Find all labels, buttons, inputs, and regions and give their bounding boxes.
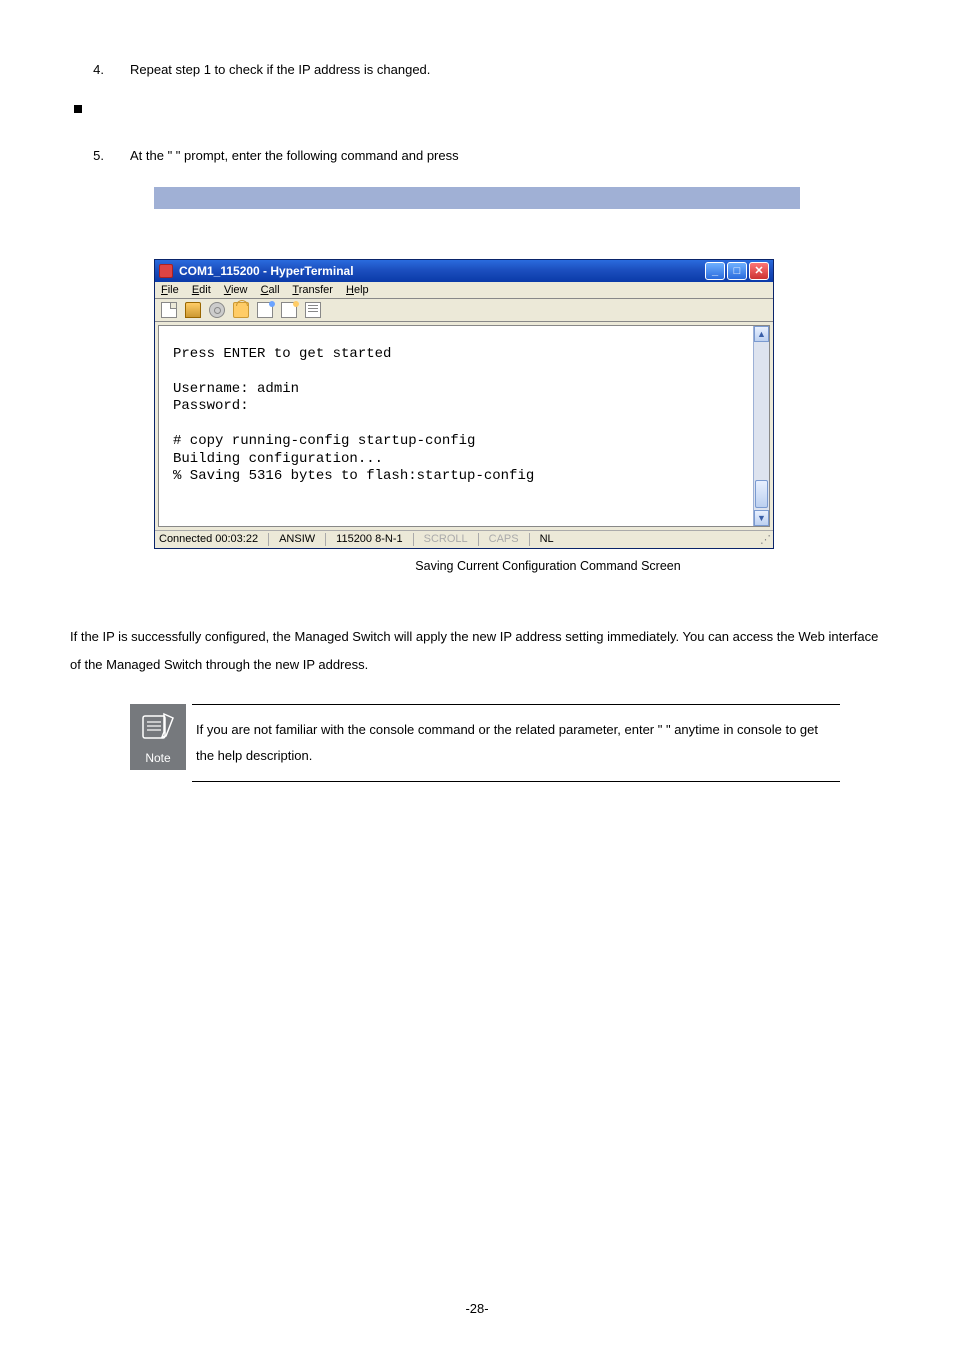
menu-edit[interactable]: Edit <box>192 284 211 296</box>
maximize-button[interactable]: □ <box>727 262 747 280</box>
page-number: -28- <box>0 1301 954 1316</box>
step-4-number: 4. <box>70 60 130 81</box>
body-paragraph: If the IP is successfully configured, th… <box>70 623 884 680</box>
status-caps: CAPS <box>478 533 529 546</box>
menu-transfer[interactable]: Transfer <box>292 284 333 296</box>
note-icon: Note <box>130 704 186 770</box>
scrollbar[interactable]: ▲ ▼ <box>753 326 769 526</box>
window-title: COM1_115200 - HyperTerminal <box>179 264 354 278</box>
bullet-square <box>74 105 82 113</box>
scroll-up-icon[interactable]: ▲ <box>754 326 769 342</box>
note-label: Note <box>145 751 170 765</box>
app-icon <box>159 264 173 278</box>
open-icon[interactable] <box>185 302 201 318</box>
disconnect-icon[interactable] <box>233 302 249 318</box>
status-scroll: SCROLL <box>413 533 478 546</box>
window-titlebar[interactable]: COM1_115200 - HyperTerminal _ □ ✕ <box>155 260 773 282</box>
note-text: If you are not familiar with the console… <box>192 704 840 782</box>
menu-call[interactable]: Call <box>261 284 280 296</box>
figure-caption: Saving Current Configuration Command Scr… <box>238 559 858 573</box>
toolbar <box>155 299 773 322</box>
status-emulation: ANSIW <box>268 533 325 546</box>
close-button[interactable]: ✕ <box>749 262 769 280</box>
scroll-thumb[interactable] <box>755 480 768 508</box>
menu-view[interactable]: View <box>224 284 248 296</box>
new-icon[interactable] <box>161 302 177 318</box>
status-connected: Connected 00:03:22 <box>159 533 268 546</box>
send-icon[interactable] <box>257 302 273 318</box>
step-4-text: Repeat step 1 to check if the IP address… <box>130 60 884 81</box>
connect-icon[interactable] <box>209 302 225 318</box>
status-params: 115200 8-N-1 <box>325 533 412 546</box>
resize-grip-icon[interactable]: ⋰ <box>760 533 769 546</box>
minimize-button[interactable]: _ <box>705 262 725 280</box>
status-bar: Connected 00:03:22 ANSIW 115200 8-N-1 SC… <box>155 530 773 548</box>
menu-bar[interactable]: File Edit View Call Transfer Help <box>155 282 773 299</box>
menu-file[interactable]: File <box>161 284 179 296</box>
hyperterminal-window: COM1_115200 - HyperTerminal _ □ ✕ File E… <box>154 259 774 549</box>
command-input-bar <box>154 187 800 209</box>
menu-help[interactable]: Help <box>346 284 369 296</box>
receive-icon[interactable] <box>281 302 297 318</box>
terminal-output[interactable]: Press ENTER to get started Username: adm… <box>159 326 753 526</box>
status-nl: NL <box>529 533 564 546</box>
scroll-down-icon[interactable]: ▼ <box>754 510 769 526</box>
properties-icon[interactable] <box>305 302 321 318</box>
step-5-text: At the " " prompt, enter the following c… <box>130 146 884 167</box>
step-5-number: 5. <box>70 146 130 167</box>
